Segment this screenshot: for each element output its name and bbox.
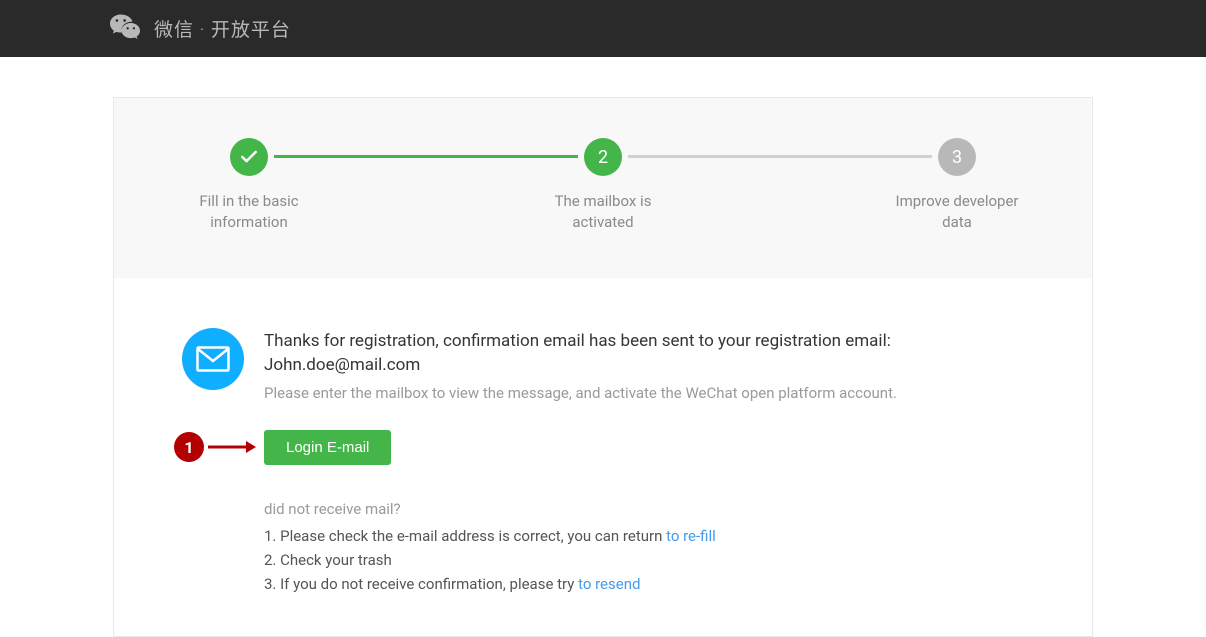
arrow-right-icon	[208, 439, 256, 455]
login-row: 1 Login E-mail	[264, 430, 1032, 465]
step-2: 2 The mailbox is activated	[528, 138, 678, 233]
annotation-1: 1	[174, 432, 256, 462]
step-2-circle: 2	[584, 138, 622, 176]
help-line-1: 1. Please check the e-mail address is co…	[264, 524, 1032, 548]
confirmation-subtitle: Please enter the mailbox to view the mes…	[264, 384, 1032, 402]
help-line-1-text: 1. Please check the e-mail address is co…	[264, 527, 666, 545]
help-title: did not receive mail?	[264, 500, 1032, 518]
main-container: Fill in the basic information 2 The mail…	[113, 97, 1093, 637]
header-title: 微信 · 开放平台	[154, 15, 291, 42]
header-logo: 微信 · 开放平台	[110, 14, 291, 44]
step-2-label: The mailbox is activated	[528, 191, 678, 233]
step-1-label: Fill in the basic information	[174, 191, 324, 233]
confirmation-text: Thanks for registration, confirmation em…	[264, 328, 1032, 402]
step-1: Fill in the basic information	[174, 138, 324, 233]
help-line-3-text: 3. If you do not receive confirmation, p…	[264, 575, 578, 593]
resend-link[interactable]: to resend	[578, 575, 640, 593]
help-line-2: 2. Check your trash	[264, 548, 1032, 572]
confirmation-row: Thanks for registration, confirmation em…	[224, 328, 1032, 402]
help-section: did not receive mail? 1. Please check th…	[264, 500, 1032, 596]
steps-section: Fill in the basic information 2 The mail…	[114, 98, 1092, 278]
checkmark-icon	[239, 147, 259, 167]
refill-link[interactable]: to re-fill	[666, 527, 716, 545]
annotation-badge: 1	[174, 432, 204, 462]
step-1-circle	[230, 138, 268, 176]
step-3-circle: 3	[938, 138, 976, 176]
step-3-label: Improve developer data	[882, 191, 1032, 233]
wechat-icon	[110, 14, 140, 44]
mail-icon	[196, 346, 230, 372]
header-bar: 微信 · 开放平台	[0, 0, 1206, 57]
confirmation-title: Thanks for registration, confirmation em…	[264, 330, 1032, 378]
mail-icon-circle	[182, 328, 244, 390]
login-email-button[interactable]: Login E-mail	[264, 430, 391, 465]
help-line-3: 3. If you do not receive confirmation, p…	[264, 572, 1032, 596]
step-3: 3 Improve developer data	[882, 138, 1032, 233]
